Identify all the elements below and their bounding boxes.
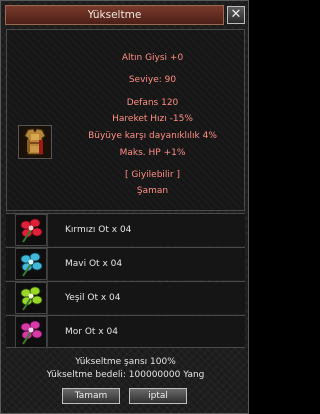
row-divider <box>47 316 48 349</box>
upgrade-window: Yükseltme ✕ Altın Giysi +0 Seviye: 90 De… <box>0 0 249 414</box>
title-bar[interactable]: Yükseltme <box>5 5 224 25</box>
close-button[interactable]: ✕ <box>227 6 245 24</box>
material-row-red: Kırmızı Ot x 04 <box>6 213 245 247</box>
item-class: Şaman <box>136 186 169 196</box>
material-slot[interactable] <box>15 282 47 314</box>
confirm-button[interactable]: Tamam <box>62 388 120 404</box>
item-wearable: [ Giyilebilir ] <box>125 170 180 180</box>
material-slot[interactable] <box>15 316 47 348</box>
green-herb-icon <box>20 286 43 311</box>
window-title: Yükseltme <box>87 9 142 21</box>
material-row-green: Yeşil Ot x 04 <box>6 281 245 315</box>
upgrade-chance: Yükseltme şansı 100% <box>75 357 176 367</box>
row-divider <box>47 282 48 315</box>
material-row-purple: Mor Ot x 04 <box>6 315 245 349</box>
red-herb-icon <box>20 218 43 243</box>
armor-icon <box>19 126 51 158</box>
item-name: Altın Giysi +0 <box>121 53 184 63</box>
purple-herb-icon <box>20 320 43 345</box>
item-slot[interactable] <box>18 125 52 159</box>
item-info-panel: Altın Giysi +0 Seviye: 90 Defans 120 Har… <box>6 29 245 211</box>
material-label: Mavi Ot x 04 <box>65 259 123 269</box>
item-stat-max-hp: Maks. HP +1% <box>119 148 186 158</box>
row-divider <box>47 214 48 247</box>
material-slot[interactable] <box>15 214 47 246</box>
item-stat-move-speed: Hareket Hızı -15% <box>112 114 193 124</box>
item-level: Seviye: 90 <box>128 75 177 85</box>
material-slot[interactable] <box>15 248 47 280</box>
material-label: Mor Ot x 04 <box>65 327 118 337</box>
material-row-blue: Mavi Ot x 04 <box>6 247 245 281</box>
upgrade-cost: Yükseltme bedeli: 100000000 Yang <box>46 370 205 380</box>
material-label: Yeşil Ot x 04 <box>65 293 121 303</box>
close-icon: ✕ <box>230 7 242 22</box>
blue-herb-icon <box>20 252 43 277</box>
item-defense: Defans 120 <box>126 98 179 108</box>
row-divider <box>47 248 48 281</box>
material-label: Kırmızı Ot x 04 <box>65 225 132 235</box>
item-stat-magic-resist: Büyüye karşı dayanıklılık 4% <box>88 131 217 141</box>
cancel-button[interactable]: iptal <box>129 388 187 404</box>
